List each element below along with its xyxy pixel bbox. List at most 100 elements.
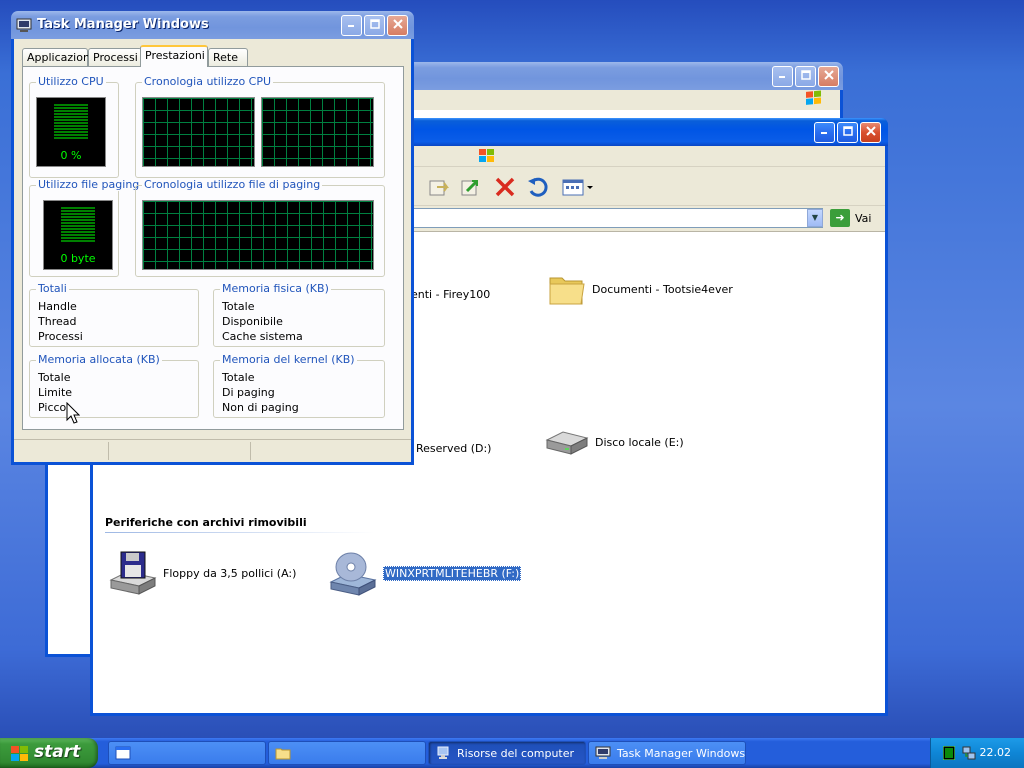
system-tray: 22.02 xyxy=(930,738,1024,768)
maximize-button[interactable] xyxy=(364,15,385,36)
status-separator xyxy=(250,442,251,460)
folder-icon[interactable] xyxy=(548,270,586,308)
commit-charge-row-label: Totale xyxy=(38,371,71,384)
list-item[interactable]: Disco locale (E:) xyxy=(543,426,684,458)
copy-to-icon[interactable] xyxy=(459,175,483,199)
go-button[interactable]: Vai xyxy=(855,212,871,225)
item-label[interactable]: enti - Firey100 xyxy=(411,288,490,301)
meter-bars xyxy=(54,104,88,140)
status-separator xyxy=(108,442,109,460)
meter-bars xyxy=(61,207,95,243)
pagefile-usage-meter: 0 byte xyxy=(43,200,113,270)
list-item[interactable]: Floppy da 3,5 pollici (A:) xyxy=(107,550,296,596)
close-button[interactable] xyxy=(387,15,408,36)
maximize-button[interactable] xyxy=(837,122,858,143)
taskbar-button-label: Risorse del computer xyxy=(457,747,575,760)
physical-memory-row-label: Totale xyxy=(222,300,255,313)
group-title: Utilizzo file paging xyxy=(36,178,142,191)
pagefile-usage-value: 0 byte xyxy=(60,252,96,265)
minimize-button[interactable] xyxy=(814,122,835,143)
folder-icon xyxy=(275,748,291,760)
cpu-history-graph-2 xyxy=(261,97,374,167)
physical-memory-group: Memoria fisica (KB) Totale Disponibile C… xyxy=(213,282,385,347)
totals-row-label: Handle xyxy=(38,300,77,313)
address-dropdown-button[interactable]: ▼ xyxy=(807,209,823,227)
cpu-meter-tray-icon[interactable] xyxy=(943,746,955,760)
window-icon xyxy=(115,746,131,760)
commit-charge-row-label: Limite xyxy=(38,386,73,399)
taskbar: start Risorse del computer Task Manager … xyxy=(0,738,1024,768)
item-label[interactable]: Floppy da 3,5 pollici (A:) xyxy=(163,567,296,580)
section-divider xyxy=(105,532,375,533)
clock[interactable]: 22.02 xyxy=(980,746,1012,759)
hard-drive-icon[interactable] xyxy=(543,426,589,458)
group-title: Memoria del kernel (KB) xyxy=(220,353,357,366)
maximize-button[interactable] xyxy=(795,66,816,87)
minimize-button[interactable] xyxy=(772,66,793,87)
kernel-memory-row-label: Di paging xyxy=(222,386,275,399)
taskbar-button-label: Task Manager Windows xyxy=(617,747,746,760)
pagefile-history-graph xyxy=(142,200,374,270)
tab-applications[interactable]: Applicazioni xyxy=(22,48,93,66)
list-item[interactable]: enti - Firey100 xyxy=(411,288,490,301)
group-title: Utilizzo CPU xyxy=(36,75,106,88)
task-manager-icon xyxy=(595,746,611,759)
cpu-usage-group: Utilizzo CPU 0 % xyxy=(29,75,119,178)
commit-charge-row-label: Picco xyxy=(38,401,67,414)
tab-performance[interactable]: Prestazioni xyxy=(140,45,208,67)
my-computer-icon xyxy=(437,746,449,759)
item-label[interactable]: WINXPRTMLITEHEBR (F:) xyxy=(383,565,522,581)
cpu-history-graph-1 xyxy=(142,97,255,167)
item-label[interactable]: Disco locale (E:) xyxy=(595,436,684,449)
window-title: Task Manager Windows xyxy=(37,17,209,32)
section-header: Periferiche con archivi rimovibili xyxy=(105,516,307,529)
list-item[interactable]: Documenti - Tootsie4ever xyxy=(548,270,733,308)
cpu-usage-value: 0 % xyxy=(60,149,82,162)
cpu-history-group: Cronologia utilizzo CPU xyxy=(135,75,385,178)
list-item[interactable]: WINXPRTMLITEHEBR (F:) xyxy=(327,550,522,596)
taskbar-button-my-computer[interactable]: Risorse del computer xyxy=(428,741,586,765)
group-title: Memoria fisica (KB) xyxy=(220,282,331,295)
group-title: Totali xyxy=(36,282,69,295)
network-tray-icon[interactable] xyxy=(961,745,977,761)
windows-logo-icon xyxy=(804,90,826,110)
kernel-memory-row-label: Non di paging xyxy=(222,401,299,414)
taskbar-button-task-manager[interactable]: Task Manager Windows xyxy=(588,741,746,765)
kernel-memory-row-label: Totale xyxy=(222,371,255,384)
start-label: start xyxy=(34,742,81,762)
pagefile-history-group: Cronologia utilizzo file di paging xyxy=(135,178,385,277)
start-button[interactable]: start xyxy=(0,738,98,768)
kernel-memory-group: Memoria del kernel (KB) Totale Di paging… xyxy=(213,353,385,418)
undo-icon[interactable] xyxy=(525,175,549,199)
tab-networking[interactable]: Rete xyxy=(208,48,248,66)
mouse-cursor-icon xyxy=(66,401,81,427)
windows-logo-icon xyxy=(11,746,28,761)
title-bar[interactable]: Task Manager Windows xyxy=(11,11,414,39)
taskbar-button[interactable] xyxy=(268,741,426,765)
list-item[interactable]: Reserved (D:) xyxy=(416,442,491,455)
item-label[interactable]: Documenti - Tootsie4ever xyxy=(592,283,733,296)
minimize-button[interactable] xyxy=(341,15,362,36)
status-bar xyxy=(14,439,411,462)
views-icon[interactable] xyxy=(561,175,595,199)
delete-icon[interactable] xyxy=(493,175,517,199)
totals-row-label: Processi xyxy=(38,330,83,343)
group-title: Cronologia utilizzo file di paging xyxy=(142,178,323,191)
windows-logo-icon xyxy=(477,147,497,168)
floppy-drive-icon[interactable] xyxy=(107,550,157,596)
close-button[interactable] xyxy=(818,66,839,87)
totals-group: Totali Handle Thread Processi xyxy=(29,282,199,347)
commit-charge-group: Memoria allocata (KB) Totale Limite Picc… xyxy=(29,353,199,418)
task-manager-window[interactable]: Task Manager Windows Applicazioni Proces… xyxy=(11,11,414,465)
tab-processes[interactable]: Processi xyxy=(88,48,142,66)
cpu-usage-meter: 0 % xyxy=(36,97,106,167)
move-to-icon[interactable] xyxy=(427,175,451,199)
item-label[interactable]: Reserved (D:) xyxy=(416,442,491,455)
go-arrow-icon[interactable]: ➜ xyxy=(830,209,850,227)
totals-row-label: Thread xyxy=(38,315,77,328)
cd-drive-icon[interactable] xyxy=(327,550,377,596)
close-button[interactable] xyxy=(860,122,881,143)
group-title: Cronologia utilizzo CPU xyxy=(142,75,274,88)
taskbar-button[interactable] xyxy=(108,741,266,765)
pagefile-usage-group: Utilizzo file paging 0 byte xyxy=(29,178,142,277)
